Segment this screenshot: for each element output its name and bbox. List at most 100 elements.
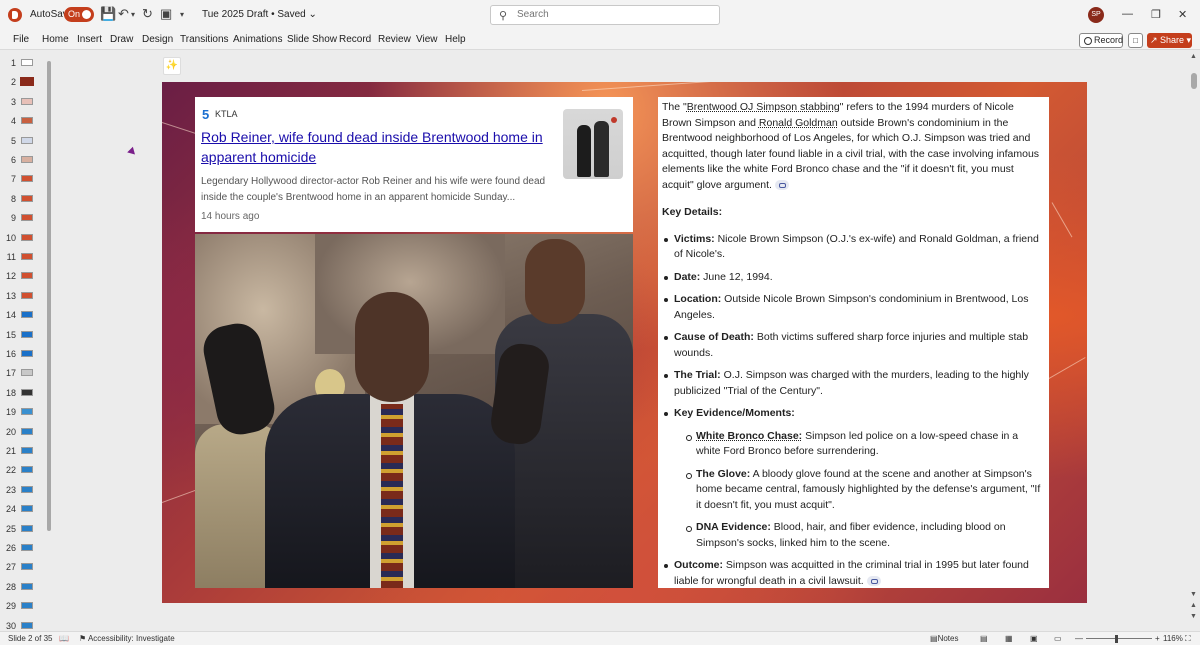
scroll-up-icon[interactable]: ▲ <box>1190 53 1197 60</box>
slide-thumbnail-preview[interactable] <box>21 582 33 590</box>
avatar[interactable]: SP <box>1088 7 1104 23</box>
slide-thumbnail-preview[interactable] <box>21 563 33 571</box>
document-title[interactable]: Tue 2025 Draft • Saved ⌄ <box>202 9 317 20</box>
tab-review[interactable]: Review <box>378 34 411 45</box>
slide-thumbnail-preview[interactable] <box>21 369 33 377</box>
present-icon[interactable]: ▣ <box>160 6 172 22</box>
fit-to-window-icon[interactable]: ⛶ <box>1185 634 1191 644</box>
notes-button[interactable]: ▤Notes <box>930 634 958 643</box>
slide-thumbnail-preview[interactable] <box>21 253 33 260</box>
slide-thumbnail[interactable]: 14 <box>0 306 50 325</box>
slide-thumbnail[interactable]: 20 <box>0 423 50 442</box>
designer-icon[interactable]: ✨ <box>163 57 181 75</box>
customize-toolbar-icon[interactable]: ▾ <box>180 10 184 19</box>
slide-thumbnail-preview[interactable] <box>21 272 33 280</box>
slide-thumbnail[interactable]: 23 <box>0 481 50 500</box>
source-link-icon[interactable] <box>774 179 789 190</box>
slide-thumbnail[interactable]: 12 <box>0 267 50 286</box>
tab-design[interactable]: Design <box>142 34 173 45</box>
tab-home[interactable]: Home <box>42 34 69 45</box>
slide-canvas[interactable]: 5 KTLA Rob Reiner, wife found dead insid… <box>162 82 1087 603</box>
close-icon[interactable]: ✕ <box>1178 8 1187 21</box>
tab-file[interactable]: File <box>13 34 29 45</box>
tab-draw[interactable]: Draw <box>110 34 133 45</box>
comments-button[interactable]: □ <box>1128 33 1143 48</box>
slide-thumbnail[interactable]: 6 <box>0 151 50 170</box>
restore-icon[interactable]: ❐ <box>1151 8 1161 21</box>
slide-thumbnail[interactable]: 3 <box>0 93 50 112</box>
slide-thumbnail[interactable]: 2 <box>0 73 50 92</box>
slide-thumbnail[interactable]: 17 <box>0 364 50 383</box>
slide-thumbnail[interactable]: 7 <box>0 170 50 189</box>
zoom-in-icon[interactable]: + <box>1155 634 1160 643</box>
slide-thumbnail[interactable]: 21 <box>0 442 50 461</box>
undo-dropdown-icon[interactable]: ▾ <box>131 10 135 19</box>
slide-thumbnail[interactable]: 27 <box>0 558 50 577</box>
previous-slide-icon[interactable]: ▲ <box>1190 602 1197 609</box>
accessibility-status[interactable]: ⚑ Accessibility: Investigate <box>79 634 175 643</box>
save-icon[interactable]: 💾 <box>100 6 116 22</box>
next-slide-icon[interactable]: ▼ <box>1190 613 1197 620</box>
slide-thumbnail[interactable]: 24 <box>0 500 50 519</box>
slide-thumbnail[interactable]: 26 <box>0 539 50 558</box>
slide-thumbnail[interactable]: 8 <box>0 190 50 209</box>
reading-view-icon[interactable]: ▣ <box>1030 634 1038 643</box>
slide-thumbnail-preview[interactable] <box>21 466 33 474</box>
slide-thumbnail[interactable]: 19 <box>0 403 50 422</box>
zoom-level[interactable]: 116% <box>1163 634 1183 643</box>
spelling-icon[interactable]: 📖 <box>59 634 69 643</box>
slide-thumbnail-preview[interactable] <box>21 602 33 610</box>
source-link-icon[interactable] <box>866 575 881 586</box>
tab-view[interactable]: View <box>416 34 438 45</box>
slide-thumbnail-preview[interactable] <box>21 408 33 416</box>
scrollbar-thumb[interactable] <box>1191 73 1197 89</box>
share-button[interactable]: ↗ Share ▾ <box>1147 33 1192 48</box>
tab-help[interactable]: Help <box>445 34 466 45</box>
record-button[interactable]: Record <box>1079 33 1123 48</box>
slide-thumbnail-preview[interactable] <box>21 59 33 66</box>
slide-thumbnail-preview[interactable] <box>21 97 33 105</box>
slide-thumbnail[interactable]: 28 <box>0 578 50 597</box>
slide-thumbnail-preview[interactable] <box>21 175 33 183</box>
news-thumbnail-image[interactable] <box>563 109 623 179</box>
minimize-icon[interactable]: — <box>1122 8 1133 20</box>
slide-thumbnail-preview[interactable] <box>21 524 33 532</box>
slide-thumbnail-preview[interactable] <box>21 214 33 222</box>
zoom-out-icon[interactable]: — <box>1075 634 1083 643</box>
vertical-scrollbar[interactable]: ▲ ▼ ▲ ▼ <box>1188 51 1200 631</box>
slide-thumbnail[interactable]: 15 <box>0 326 50 345</box>
summary-text-box[interactable]: The "Brentwood OJ Simpson stabbing" refe… <box>658 97 1049 588</box>
tab-record[interactable]: Record <box>339 34 371 45</box>
search-box[interactable]: ⚲ <box>490 5 720 25</box>
normal-view-icon[interactable]: ▤ <box>980 634 988 643</box>
slide-sorter-icon[interactable]: ▦ <box>1005 634 1013 643</box>
search-input[interactable] <box>517 9 707 20</box>
news-headline-link[interactable]: Rob Reiner, wife found dead inside Brent… <box>201 127 556 167</box>
slide-thumbnail-preview[interactable] <box>21 311 33 319</box>
zoom-slider[interactable] <box>1086 638 1152 639</box>
tab-insert[interactable]: Insert <box>77 34 102 45</box>
slide-thumbnail[interactable]: 4 <box>0 112 50 131</box>
slide-thumbnail[interactable]: 9 <box>0 209 50 228</box>
slide-thumbnail-preview[interactable] <box>21 505 33 513</box>
slide-thumbnail[interactable]: 5 <box>0 132 50 151</box>
slide-thumbnail[interactable]: 13 <box>0 287 50 306</box>
intro-link[interactable]: Ronald Goldman <box>759 117 838 129</box>
slide-thumbnail-preview[interactable] <box>21 136 33 144</box>
courtroom-photo[interactable] <box>195 234 633 588</box>
tab-transitions[interactable]: Transitions <box>180 34 229 45</box>
thumbnail-scrollbar-thumb[interactable] <box>47 61 51 531</box>
undo-icon[interactable]: ↶ <box>118 6 129 22</box>
slide-thumbnail-preview[interactable] <box>21 388 33 396</box>
slide-thumbnail-preview[interactable] <box>21 194 33 202</box>
slide-thumbnail-preview[interactable] <box>21 447 33 454</box>
zoom-slider-thumb[interactable] <box>1115 635 1118 643</box>
slide-thumbnail-preview[interactable] <box>21 117 33 125</box>
slide-thumbnail-preview[interactable] <box>21 330 33 338</box>
tab-animations[interactable]: Animations <box>233 34 282 45</box>
slide-thumbnail-preview[interactable] <box>21 233 33 241</box>
slide-show-icon[interactable]: ▭ <box>1054 634 1062 643</box>
intro-link[interactable]: Brentwood OJ Simpson stabbing <box>687 101 840 113</box>
slide-thumbnail[interactable]: 1 <box>0 54 50 73</box>
slide-thumbnail[interactable]: 29 <box>0 597 50 616</box>
